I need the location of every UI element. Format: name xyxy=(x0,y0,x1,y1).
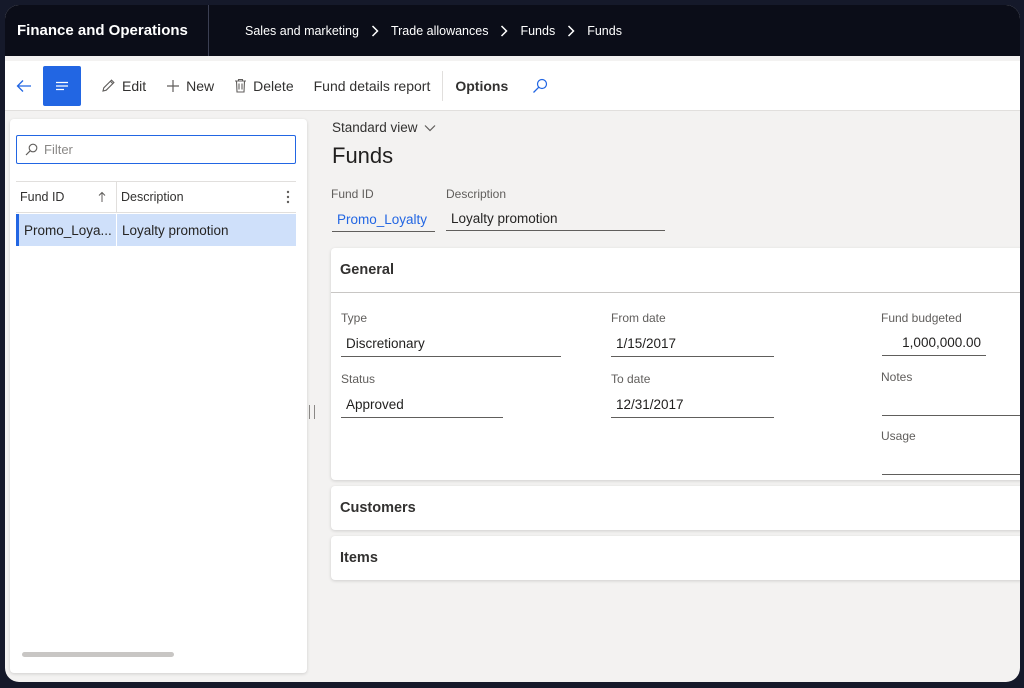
plus-icon xyxy=(167,79,180,92)
from-date-field[interactable]: 1/15/2017 xyxy=(611,331,774,357)
fund-list-panel: Filter Fund ID Description Promo_Loya...… xyxy=(10,119,307,673)
fund-budgeted-label: Fund budgeted xyxy=(881,311,962,325)
new-label: New xyxy=(186,77,215,94)
general-fasttab: General Type Discretionary Status Approv… xyxy=(331,248,1020,480)
back-button[interactable] xyxy=(5,61,43,110)
chevron-right-icon xyxy=(500,24,509,37)
new-button[interactable]: New xyxy=(156,61,224,110)
top-nav-bar: Finance and Operations Sales and marketi… xyxy=(5,5,1020,56)
breadcrumb-item-funds[interactable]: Funds xyxy=(520,24,555,38)
fund-details-report-button[interactable]: Fund details report xyxy=(304,61,441,110)
search-icon xyxy=(25,143,38,156)
edit-label: Edit xyxy=(122,77,147,94)
breadcrumb-item-sales-and-marketing[interactable]: Sales and marketing xyxy=(245,24,359,38)
arrow-left-icon xyxy=(16,79,31,92)
general-title: General xyxy=(340,262,394,278)
filter-input[interactable]: Filter xyxy=(16,135,296,164)
app-title[interactable]: Finance and Operations xyxy=(5,5,209,56)
search-button[interactable] xyxy=(518,61,562,110)
grid-header: Fund ID Description xyxy=(16,181,296,213)
fund-id-label: Fund ID xyxy=(331,187,374,201)
delete-label: Delete xyxy=(253,77,294,94)
breadcrumb-item-funds-current[interactable]: Funds xyxy=(587,24,622,38)
chevron-right-icon xyxy=(371,24,379,37)
general-header[interactable]: General xyxy=(331,248,1020,293)
toolbar-divider xyxy=(442,70,444,101)
delete-button[interactable]: Delete xyxy=(224,61,303,110)
customers-title: Customers xyxy=(340,500,416,516)
view-selector-label: Standard view xyxy=(332,120,418,135)
customers-fasttab[interactable]: Customers xyxy=(331,486,1020,530)
filter-placeholder: Filter xyxy=(44,142,73,157)
search-icon xyxy=(533,78,548,93)
show-list-button[interactable] xyxy=(43,65,81,106)
description-field[interactable]: Loyalty promotion xyxy=(446,207,665,231)
column-header-fund-id[interactable]: Fund ID xyxy=(16,182,117,212)
sort-ascending-icon xyxy=(98,191,106,202)
column-header-label: Fund ID xyxy=(20,190,65,204)
action-bar: Edit New Delete Fund details report Opti… xyxy=(5,61,1020,111)
cell-fund-id: Promo_Loya... xyxy=(19,214,117,246)
chevron-down-icon xyxy=(424,124,435,131)
view-selector[interactable]: Standard view xyxy=(332,120,436,135)
chevron-right-icon xyxy=(567,24,575,37)
type-label: Type xyxy=(341,311,368,325)
description-label: Description xyxy=(446,187,507,201)
type-field[interactable]: Discretionary xyxy=(341,331,561,357)
list-icon xyxy=(56,81,68,90)
items-fasttab[interactable]: Items xyxy=(331,536,1020,580)
table-row[interactable]: Promo_Loya... Loyalty promotion xyxy=(16,214,296,246)
notes-label: Notes xyxy=(881,370,913,384)
edit-button[interactable]: Edit xyxy=(91,61,156,110)
page-title: Funds xyxy=(332,143,394,168)
status-label: Status xyxy=(341,372,376,386)
to-date-field[interactable]: 12/31/2017 xyxy=(611,392,774,418)
cell-description: Loyalty promotion xyxy=(122,222,229,238)
app-window: Finance and Operations Sales and marketi… xyxy=(5,5,1020,682)
panel-splitter[interactable] xyxy=(309,405,315,419)
pencil-icon xyxy=(102,79,115,92)
horizontal-scrollbar[interactable] xyxy=(22,652,174,657)
to-date-label: To date xyxy=(611,372,651,386)
notes-field[interactable] xyxy=(882,390,1020,416)
usage-label: Usage xyxy=(881,429,916,443)
more-vertical-icon[interactable] xyxy=(286,190,290,204)
from-date-label: From date xyxy=(611,311,666,325)
breadcrumb: Sales and marketing Trade allowances Fun… xyxy=(209,24,622,38)
fund-id-value[interactable]: Promo_Loyalty xyxy=(332,208,435,232)
breadcrumb-item-trade-allowances[interactable]: Trade allowances xyxy=(391,24,489,38)
status-field[interactable]: Approved xyxy=(341,392,503,418)
fund-budgeted-field[interactable]: 1,000,000.00 xyxy=(882,330,986,356)
items-title: Items xyxy=(340,550,378,566)
column-header-description[interactable]: Description xyxy=(117,182,296,212)
column-header-label: Description xyxy=(121,190,184,204)
options-tab[interactable]: Options xyxy=(445,61,518,110)
trash-icon xyxy=(235,78,247,93)
usage-field[interactable] xyxy=(882,449,1020,475)
